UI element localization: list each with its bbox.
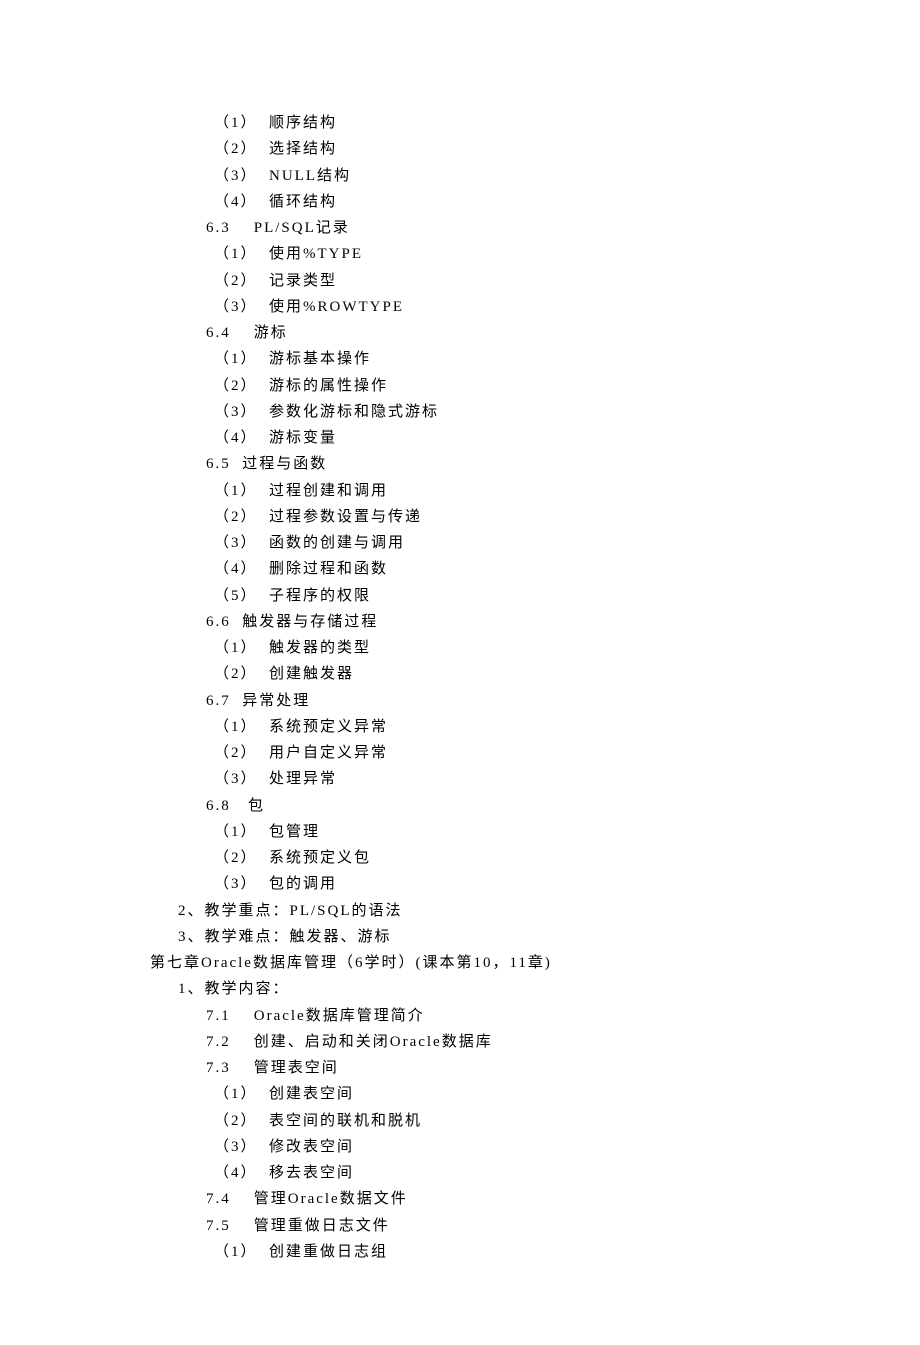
text-line: 1、教学内容： (150, 976, 800, 1002)
text-line: 7.3 管理表空间 (150, 1055, 800, 1081)
text-line: （1） 使用%TYPE (150, 241, 800, 267)
text-line: （4） 循环结构 (150, 189, 800, 215)
text-line: （3） 参数化游标和隐式游标 (150, 399, 800, 425)
text-line: （2） 游标的属性操作 (150, 373, 800, 399)
text-line: （4） 移去表空间 (150, 1160, 800, 1186)
text-line: （1） 游标基本操作 (150, 346, 800, 372)
text-line: （3） NULL结构 (150, 163, 800, 189)
text-line: 6.4 游标 (150, 320, 800, 346)
text-line: 第七章Oracle数据库管理（6学时）(课本第10，11章) (150, 950, 800, 976)
text-line: 6.7 异常处理 (150, 688, 800, 714)
text-line: 6.5 过程与函数 (150, 451, 800, 477)
text-line: （4） 删除过程和函数 (150, 556, 800, 582)
text-line: （3） 函数的创建与调用 (150, 530, 800, 556)
text-line: 3、教学难点：触发器、游标 (150, 924, 800, 950)
document-body: （1） 顺序结构（2） 选择结构（3） NULL结构（4） 循环结构6.3 PL… (150, 110, 800, 1265)
text-line: （1） 系统预定义异常 (150, 714, 800, 740)
text-line: （2） 选择结构 (150, 136, 800, 162)
text-line: 6.3 PL/SQL记录 (150, 215, 800, 241)
text-line: （2） 记录类型 (150, 268, 800, 294)
text-line: （1） 触发器的类型 (150, 635, 800, 661)
text-line: （5） 子程序的权限 (150, 583, 800, 609)
text-line: （1） 顺序结构 (150, 110, 800, 136)
text-line: （1） 过程创建和调用 (150, 478, 800, 504)
text-line: （3） 包的调用 (150, 871, 800, 897)
text-line: 7.5 管理重做日志文件 (150, 1213, 800, 1239)
text-line: （2） 表空间的联机和脱机 (150, 1108, 800, 1134)
text-line: （3） 修改表空间 (150, 1134, 800, 1160)
text-line: （1） 创建重做日志组 (150, 1239, 800, 1265)
text-line: （3） 处理异常 (150, 766, 800, 792)
text-line: 7.4 管理Oracle数据文件 (150, 1186, 800, 1212)
text-line: （2） 过程参数设置与传递 (150, 504, 800, 530)
text-line: （1） 包管理 (150, 819, 800, 845)
text-line: （2） 创建触发器 (150, 661, 800, 687)
text-line: 6.6 触发器与存储过程 (150, 609, 800, 635)
text-line: 6.8 包 (150, 793, 800, 819)
text-line: （1） 创建表空间 (150, 1081, 800, 1107)
text-line: 7.1 Oracle数据库管理简介 (150, 1003, 800, 1029)
text-line: （3） 使用%ROWTYPE (150, 294, 800, 320)
text-line: 7.2 创建、启动和关闭Oracle数据库 (150, 1029, 800, 1055)
text-line: （4） 游标变量 (150, 425, 800, 451)
text-line: 2、教学重点：PL/SQL的语法 (150, 898, 800, 924)
text-line: （2） 用户自定义异常 (150, 740, 800, 766)
document-page: （1） 顺序结构（2） 选择结构（3） NULL结构（4） 循环结构6.3 PL… (0, 0, 920, 1345)
text-line: （2） 系统预定义包 (150, 845, 800, 871)
